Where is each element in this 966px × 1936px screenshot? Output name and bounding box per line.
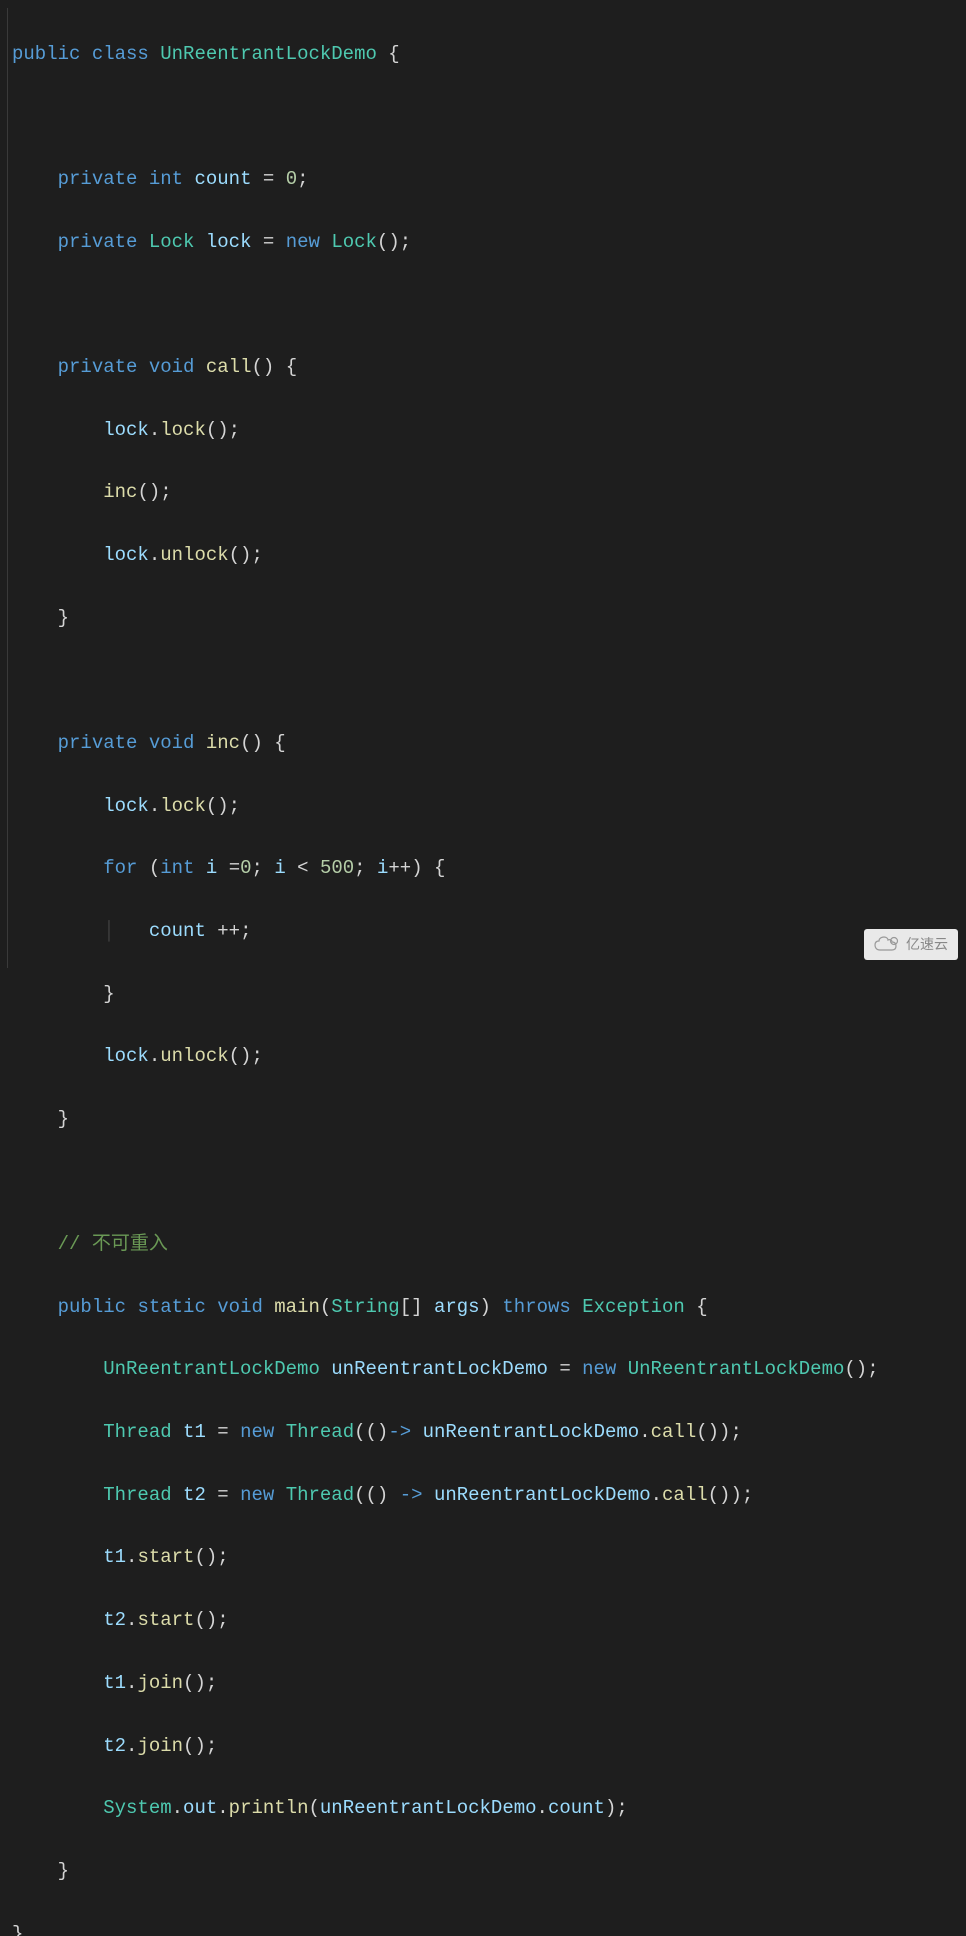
watermark-text: 亿速云 — [906, 933, 948, 956]
code-line: lock.lock(); — [12, 415, 966, 446]
code-line: } — [12, 979, 966, 1010]
code-line: } — [12, 1856, 966, 1887]
code-line: t1.start(); — [12, 1542, 966, 1573]
code-line — [12, 666, 966, 697]
code-line: private void inc() { — [12, 728, 966, 759]
cloud-icon — [874, 936, 900, 952]
code-line: Thread t1 = new Thread(()-> unReentrantL… — [12, 1417, 966, 1448]
code-line: System.out.println(unReentrantLockDemo.c… — [12, 1793, 966, 1824]
code-line: UnReentrantLockDemo unReentrantLockDemo … — [12, 1354, 966, 1385]
code-line: public class UnReentrantLockDemo { — [12, 39, 966, 70]
code-line — [12, 102, 966, 133]
code-line — [12, 1167, 966, 1198]
code-line: lock.lock(); — [12, 791, 966, 822]
code-line — [12, 290, 966, 321]
code-line: public static void main(String[] args) t… — [12, 1292, 966, 1323]
code-line: inc(); — [12, 477, 966, 508]
gutter — [0, 8, 8, 968]
code-line: private Lock lock = new Lock(); — [12, 227, 966, 258]
code-line: } — [12, 1104, 966, 1135]
code-line: Thread t2 = new Thread(() -> unReentrant… — [12, 1480, 966, 1511]
code-line: // 不可重入 — [12, 1229, 966, 1260]
code-content[interactable]: public class UnReentrantLockDemo { priva… — [8, 8, 966, 968]
code-line: │ count ++; — [12, 916, 966, 947]
code-line: } — [12, 603, 966, 634]
code-line: t2.join(); — [12, 1731, 966, 1762]
code-line: lock.unlock(); — [12, 1041, 966, 1072]
code-line: t1.join(); — [12, 1668, 966, 1699]
code-editor: public class UnReentrantLockDemo { priva… — [0, 8, 966, 968]
code-line: t2.start(); — [12, 1605, 966, 1636]
code-line: private void call() { — [12, 352, 966, 383]
code-line: lock.unlock(); — [12, 540, 966, 571]
watermark-badge: 亿速云 — [864, 929, 958, 960]
code-line: private int count = 0; — [12, 164, 966, 195]
code-line: } — [12, 1919, 966, 1936]
code-line: for (int i =0; i < 500; i++) { — [12, 853, 966, 884]
